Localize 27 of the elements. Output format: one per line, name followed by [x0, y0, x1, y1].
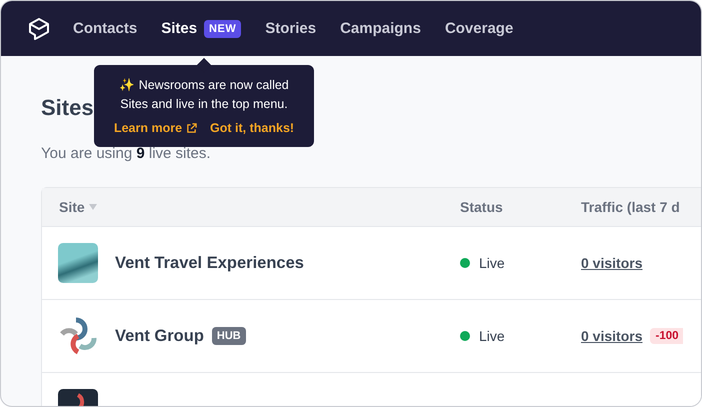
new-badge: NEW [204, 20, 242, 38]
column-header: Traffic (last 7 d [581, 199, 680, 215]
site-thumbnail-photo [58, 243, 98, 283]
site-logo-icon [58, 316, 98, 356]
sort-caret-icon [88, 204, 97, 210]
nav-link[interactable]: Stories [265, 20, 316, 37]
visitors-link[interactable]: 0 visitors [581, 328, 642, 344]
dismiss-link[interactable]: Got it, thanks! [210, 121, 294, 135]
status-text: Live [479, 328, 505, 344]
nav-link[interactable]: Contacts [73, 20, 138, 37]
nav-link[interactable]: Coverage [444, 20, 514, 37]
external-link-icon [186, 122, 198, 134]
status-text: Live [479, 255, 505, 271]
nav-link[interactable]: Sites NEW [161, 20, 242, 38]
site-name[interactable]: Vent Group [115, 326, 204, 346]
sites-count-text: You are using 9 live sites. [41, 145, 212, 162]
hub-tag: HUB [212, 327, 246, 345]
column-header[interactable]: Site [59, 199, 85, 215]
logo-icon[interactable] [27, 16, 51, 40]
page-title: Sites [41, 94, 94, 122]
site-name[interactable]: Vent Travel Experiences [115, 254, 304, 272]
column-header: Status [460, 199, 503, 215]
traffic-change: -100 [650, 328, 683, 344]
tooltip-text: ✨ Newsrooms are now called Sites and live in the top menu. [118, 77, 290, 113]
visitors-link[interactable]: 0 visitors [581, 255, 642, 271]
nav-link[interactable]: Campaigns [340, 20, 421, 37]
learn-more-link[interactable]: Learn more [114, 121, 198, 135]
